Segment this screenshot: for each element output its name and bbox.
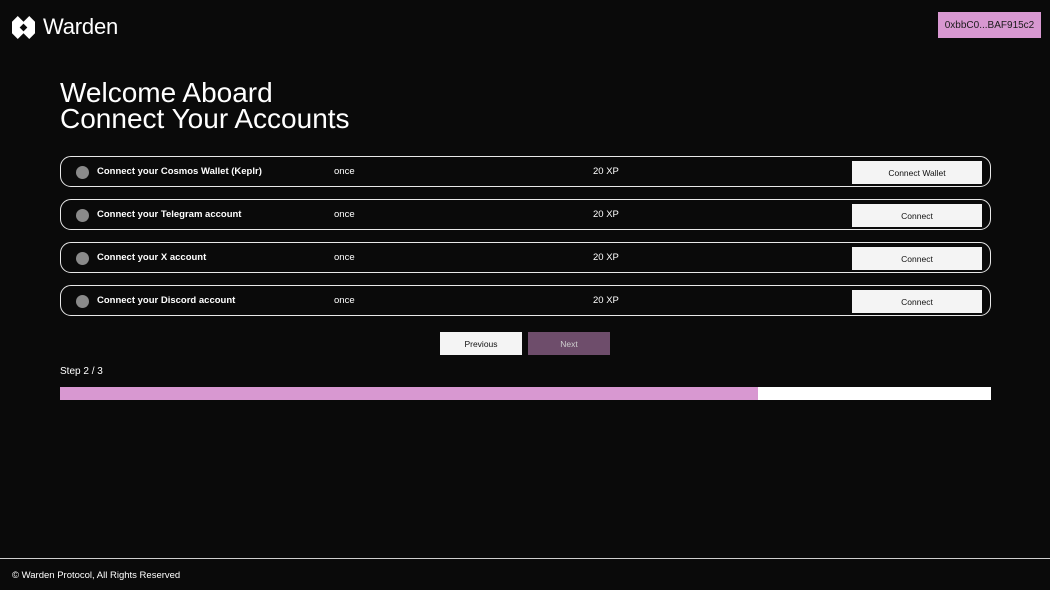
previous-button[interactable]: Previous [440,332,522,355]
task-row-discord: Connect your Discord account once 20 XP … [60,285,991,316]
task-xp: 20 XP [593,209,619,220]
task-label: Connect your Telegram account [97,209,242,220]
footer-copyright: © Warden Protocol, All Rights Reserved [12,570,181,581]
status-dot-icon [76,166,89,179]
progress-bar [60,387,991,400]
task-label: Connect your X account [97,252,207,263]
task-list: Connect your Cosmos Wallet (Keplr) once … [60,156,991,328]
wallet-address-button[interactable]: 0xbbC0...BAF915c2 [938,12,1041,38]
logo[interactable]: Warden [12,14,118,40]
status-dot-icon [76,209,89,222]
page-title: Welcome Aboard Connect Your Accounts [60,79,350,134]
task-xp: 20 XP [593,252,619,263]
title-line-connect: Connect Your Accounts [60,103,350,134]
task-xp: 20 XP [593,295,619,306]
task-frequency: once [334,209,355,220]
logo-text: Warden [43,14,119,39]
warden-logo-icon [12,15,35,39]
connect-discord-button[interactable]: Connect [852,290,982,313]
task-frequency: once [334,166,355,177]
next-button[interactable]: Next [528,332,610,355]
connect-x-button[interactable]: Connect [852,247,982,270]
connect-wallet-button[interactable]: Connect Wallet [852,161,982,184]
page: Warden 0xbbC0...BAF915c2 Welcome Aboard … [0,0,1050,590]
step-indicator: Step 2 / 3 [60,366,103,377]
task-label: Connect your Cosmos Wallet (Keplr) [97,166,262,177]
task-label: Connect your Discord account [97,295,236,306]
progress-bar-fill [60,387,759,400]
task-xp: 20 XP [593,166,619,177]
connect-telegram-button[interactable]: Connect [852,204,982,227]
status-dot-icon [76,295,89,308]
status-dot-icon [76,252,89,265]
task-frequency: once [334,295,355,306]
footer-divider [0,558,1050,559]
task-frequency: once [334,252,355,263]
task-row-cosmos: Connect your Cosmos Wallet (Keplr) once … [60,156,991,187]
task-row-x: Connect your X account once 20 XP Connec… [60,242,991,273]
task-row-telegram: Connect your Telegram account once 20 XP… [60,199,991,230]
